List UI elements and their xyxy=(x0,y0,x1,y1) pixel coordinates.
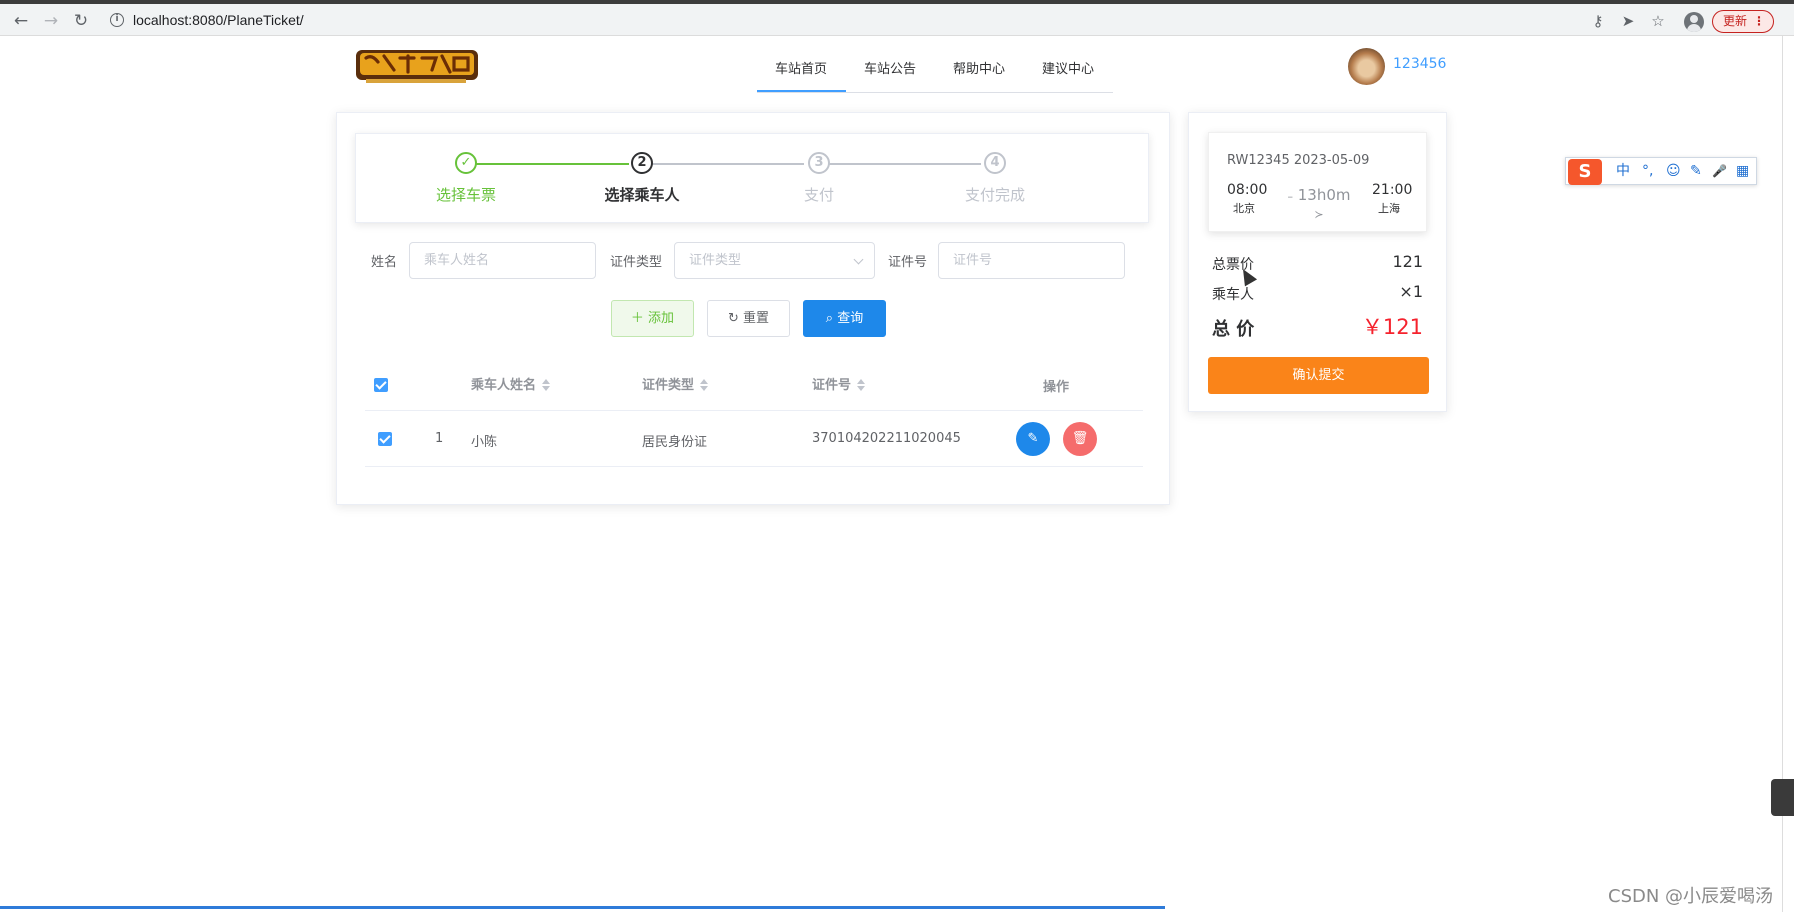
add-passenger-button[interactable]: ＋ 添加 xyxy=(611,300,694,337)
avatar[interactable] xyxy=(1348,48,1385,85)
column-header-label: 证件类型 xyxy=(642,378,695,393)
forward-arrow-icon[interactable]: → xyxy=(40,10,62,32)
sort-icon[interactable] xyxy=(700,379,709,391)
nav-item-help-center[interactable]: 帮助中心 xyxy=(953,58,1005,77)
page-loading-bar xyxy=(0,906,1165,909)
reload-icon[interactable]: ↻ xyxy=(70,10,92,32)
passenger-count-value: ×1 xyxy=(1399,282,1423,301)
username-link[interactable]: 123456 xyxy=(1393,56,1446,72)
column-header-id-type[interactable]: 证件类型 xyxy=(642,374,709,393)
arrive-time: 21:00 xyxy=(1372,182,1413,198)
back-arrow-icon[interactable]: ← xyxy=(10,10,32,32)
menu-dots-icon: ⋮ xyxy=(1753,14,1765,28)
passenger-selection-card: ✓ 选择车票 2 选择乘车人 3 支付 4 支付完成 姓名 乘车人姓名 证件类型… xyxy=(336,112,1170,505)
confirm-submit-button[interactable]: 确认提交 xyxy=(1208,357,1429,394)
sort-icon[interactable] xyxy=(542,379,551,391)
id-number-label: 证件号 xyxy=(888,255,928,270)
column-header-label: 乘车人姓名 xyxy=(471,378,537,393)
address-bar-url[interactable]: localhost:8080/PlaneTicket/ xyxy=(133,12,304,28)
top-navigation: 车站首页 车站公告 帮助中心 建议中心 xyxy=(757,50,1113,93)
ime-grid-icon[interactable]: ▦ xyxy=(1736,161,1749,181)
passenger-count-label: 乘车人 xyxy=(1212,287,1254,303)
step-1-check-icon: ✓ xyxy=(455,152,477,174)
id-type-cell: 居民身份证 xyxy=(642,435,708,450)
edit-passenger-button[interactable]: ✎ xyxy=(1016,422,1050,456)
duration-arrow-icon: ≻ xyxy=(1314,208,1324,221)
step-connector xyxy=(652,163,804,165)
update-label: 更新 xyxy=(1723,14,1748,28)
step-3-label: 支付 xyxy=(803,186,834,204)
ticket-info: RW12345 2023-05-09 08:00 北京 – 13h0m ≻ 21… xyxy=(1208,132,1427,232)
step-1-label: 选择车票 xyxy=(435,186,496,204)
ime-punctuation-icon[interactable]: °, xyxy=(1642,161,1653,181)
send-icon[interactable]: ➤ xyxy=(1618,11,1638,31)
train-number-date: RW12345 2023-05-09 xyxy=(1227,153,1370,168)
column-header-passenger-name[interactable]: 乘车人姓名 xyxy=(471,374,551,393)
step-2-number: 2 xyxy=(631,152,653,174)
fare-value: 121 xyxy=(1392,252,1423,271)
depart-city: 北京 xyxy=(1233,202,1255,215)
site-info-icon[interactable]: i xyxy=(110,13,124,27)
arrive-city: 上海 xyxy=(1378,202,1400,215)
watermark-text: CSDN @小辰爱喝汤 xyxy=(1608,886,1774,907)
star-icon[interactable]: ☆ xyxy=(1648,11,1668,31)
total-price-value: ￥121 xyxy=(1361,315,1423,339)
ime-toolbar[interactable]: S 中 °, ☺ ✎ 🎤 ▦ xyxy=(1565,157,1757,185)
id-type-placeholder: 证件类型 xyxy=(689,253,742,268)
id-number-cell: 370104202211020045 xyxy=(812,431,961,446)
chevron-down-icon xyxy=(853,254,864,265)
column-header-label: 证件号 xyxy=(812,378,852,393)
column-header-actions: 操作 xyxy=(1043,380,1070,395)
step-2-label: 选择乘车人 xyxy=(604,186,680,204)
ime-mic-icon[interactable]: 🎤 xyxy=(1712,161,1727,181)
nav-item-station-home[interactable]: 车站首页 xyxy=(775,58,827,77)
trash-icon: 🗑 xyxy=(1071,431,1089,446)
column-header-id-number[interactable]: 证件号 xyxy=(812,374,866,393)
order-summary-card: RW12345 2023-05-09 08:00 北京 – 13h0m ≻ 21… xyxy=(1188,112,1447,412)
side-panel-tab[interactable] xyxy=(1771,779,1794,816)
edit-icon: ✎ xyxy=(1027,431,1039,446)
table-row-divider xyxy=(365,466,1143,467)
delete-passenger-button[interactable]: 🗑 xyxy=(1063,422,1097,456)
sort-icon[interactable] xyxy=(857,379,866,391)
total-price-label: 总 价 xyxy=(1212,319,1255,340)
table-header-divider xyxy=(365,410,1143,411)
id-type-select[interactable]: 证件类型 xyxy=(674,242,875,279)
query-button[interactable]: ⌕ 查询 xyxy=(803,300,886,337)
row-checkbox[interactable] xyxy=(378,432,392,446)
nav-active-indicator xyxy=(757,90,846,92)
step-4-label: 支付完成 xyxy=(964,186,1025,204)
id-type-label: 证件类型 xyxy=(610,255,663,270)
nav-item-suggestion-center[interactable]: 建议中心 xyxy=(1042,58,1094,77)
nav-item-station-notice[interactable]: 车站公告 xyxy=(864,58,916,77)
step-connector xyxy=(829,163,981,165)
update-button[interactable]: 更新 ⋮ xyxy=(1712,10,1774,33)
ime-emoji-icon[interactable]: ☺ xyxy=(1666,161,1681,181)
ime-pen-icon[interactable]: ✎ xyxy=(1690,161,1702,181)
profile-icon[interactable] xyxy=(1684,12,1704,32)
passenger-name-input[interactable]: 乘车人姓名 xyxy=(409,242,596,279)
duration-dash-icon: – xyxy=(1287,190,1293,203)
key-icon[interactable]: ⚷ xyxy=(1588,11,1608,31)
step-3-number: 3 xyxy=(808,152,830,174)
trip-duration: – 13h0m ≻ xyxy=(1281,186,1357,222)
select-all-checkbox[interactable] xyxy=(374,378,388,392)
trip-duration-value: 13h0m xyxy=(1297,186,1351,204)
depart-time: 08:00 xyxy=(1227,182,1268,198)
order-steps: ✓ 选择车票 2 选择乘车人 3 支付 4 支付完成 xyxy=(355,133,1149,223)
browser-toolbar: ← → ↻ i localhost:8080/PlaneTicket/ ⚷ ➤ … xyxy=(0,4,1794,36)
passenger-name-cell: 小陈 xyxy=(471,435,498,450)
sogou-logo-icon[interactable]: S xyxy=(1568,159,1602,185)
step-connector xyxy=(476,163,629,165)
site-logo[interactable] xyxy=(354,46,480,86)
id-number-input[interactable]: 证件号 xyxy=(938,242,1125,279)
reset-button[interactable]: ↻ 重置 xyxy=(707,300,790,337)
ime-chinese-mode[interactable]: 中 xyxy=(1616,161,1630,181)
step-4-number: 4 xyxy=(984,152,1006,174)
name-label: 姓名 xyxy=(371,255,398,270)
row-index: 1 xyxy=(435,431,444,446)
